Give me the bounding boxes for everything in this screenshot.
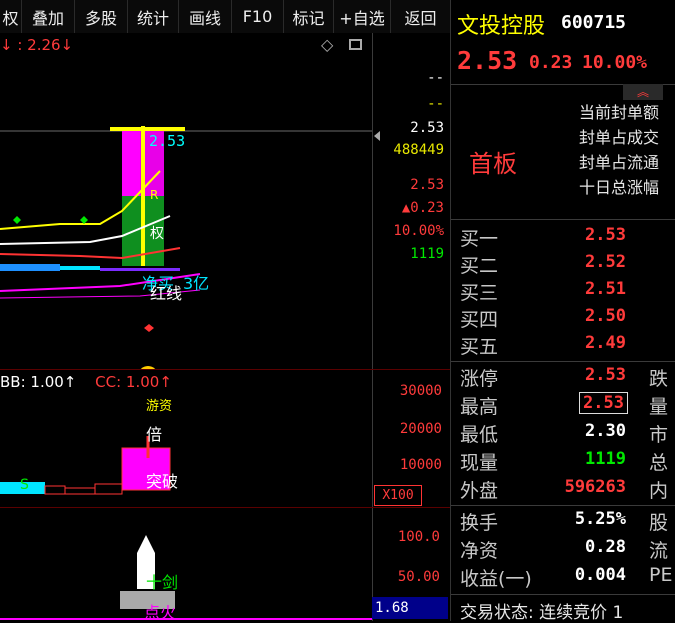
volume-bar [94,483,123,495]
panel-divider [0,369,450,370]
price-change: 0.23 [529,52,573,73]
vol-tick: 20000 [399,421,442,437]
axis-price: 2.53 [410,120,444,136]
axis-value-top2: -- [427,96,444,112]
bid-row[interactable]: 买三 2.51 [451,278,675,305]
seal-info-item: 封单占成交 [579,128,660,147]
legend-bb: BB: 1.00↑ [0,373,77,391]
volume-strip-2 [60,266,100,270]
bid-row[interactable]: 买一 2.53 [451,224,675,251]
volume-legend: BB: 1.00↑ CC: 1.00↑ [0,373,172,391]
stock-code: 600715 [561,12,627,33]
current-price: 2.53 [457,46,518,75]
volume-strip [0,264,60,271]
red-line-label: 红线 [150,284,183,303]
vol-tick: 10000 [399,457,442,473]
chart-toolbar: 权 叠加 多股 统计 画线 F10 标记 +自选 返回 [0,0,450,33]
ind-tick: 50.00 [397,569,440,585]
indicator-chart-svg [0,535,372,620]
seal-amount: 3亿 [183,274,210,293]
butterfly-icon [144,324,154,332]
toolbar-btn-mark[interactable]: 标记 [284,0,334,33]
seal-info: 当前封单额 封单占成交 封单占流通 十日总涨幅 [579,100,659,200]
toolbar-btn-f10[interactable]: F10 [232,0,284,33]
price-axis: -- -- 2.53 488449 2.53 ▲0.23 10.00% 1119 [374,66,448,369]
label-sword: 十剑 [146,573,179,592]
label-bei: 倍 [146,425,163,444]
seal-info-item: 当前封单额 [579,103,660,122]
toolbar-btn-multi[interactable]: 多股 [75,0,128,33]
top-indicator: ↓ : 2.26↓ [0,36,74,54]
stock-name: 文投控股 [457,14,546,39]
axis-pct: 10.00% [393,223,444,239]
collapse-chevron-icon[interactable]: ︽ [623,84,663,100]
candle-cap [110,127,185,131]
rise-arrow-icon [140,366,156,369]
toolbar-btn-back[interactable]: 返回 [391,0,450,33]
legend-cc: CC: 1.00↑ [95,373,172,391]
axis-price2: 2.53 [410,177,444,193]
price-pointer-icon [374,131,380,141]
axis-change: ▲0.23 [401,200,444,216]
price-change-pct: 10.00% [582,52,648,73]
stat-row: 外盘 596263 内 [460,477,669,502]
stat-row: 最低 2.30 市 [460,421,669,446]
bid-row[interactable]: 买五 2.49 [451,332,675,359]
axis-volume: 488449 [393,142,444,158]
stat-row: 现量 1119 总 [460,449,669,474]
price-chart-svg [0,126,372,369]
toolbar-btn-rights[interactable]: 权 [0,0,22,33]
seal-info-item: 十日总涨幅 [579,178,660,197]
quan-mark: 权 [150,226,164,242]
board-label: 首板 [469,150,517,178]
diamond-icon[interactable]: ◇ [321,35,333,54]
label-youzi: 游资 [146,399,173,414]
volume-unit-badge[interactable]: X100 [374,485,422,506]
panel-divider [0,507,450,508]
volume-bar [64,487,96,495]
vol-tick: 30000 [399,383,442,399]
ind-tick: 100.0 [397,529,440,545]
toolbar-btn-stats[interactable]: 统计 [128,0,179,33]
current-indicator-value: 1.68 [372,597,448,619]
label-fire: 点火 [144,603,177,622]
stat-row: 最高 2.53 量 [460,392,669,418]
price-line-label: 2.53 [149,132,186,150]
signal-diamond [13,216,21,224]
fund-row: 净资 0.28 流 [460,537,669,562]
toolbar-btn-add-watch[interactable]: +自选 [334,0,391,33]
volume-chart-svg [0,436,171,495]
fund-row: 换手 5.25% 股 [460,509,669,534]
volume-bar [44,485,66,495]
bid-row[interactable]: 买二 2.52 [451,251,675,278]
label-break: 突破 [146,472,179,491]
seal-info-item: 封单占流通 [579,153,660,172]
axis-separator [372,33,373,621]
kline-chart-area[interactable]: ↓ : 2.26↓ ◇ 2.53 权 R 净买 3亿 红线 -- -- 2.53… [0,33,450,622]
stat-row: 涨停 2.53 跌 [460,365,669,390]
toolbar-btn-overlay[interactable]: 叠加 [22,0,75,33]
quote-panel: 文投控股 600715 2.53 0.23 10.00% ︽ 首板 当前封单额 … [450,0,675,623]
signal-diamond [80,216,88,224]
axis-value-top: -- [427,70,444,86]
window-toggle-icon[interactable] [349,39,362,50]
axis-vol2: 1119 [410,246,444,262]
bid-row[interactable]: 买四 2.50 [451,305,675,332]
trade-status: 交易状态: 连续竞价 1 [460,603,624,623]
fund-row: 收益(一) 0.004 PE [460,564,673,590]
toolbar-btn-draw[interactable]: 画线 [179,0,232,33]
s-mark: S [20,477,29,493]
r-mark: R [150,188,159,202]
